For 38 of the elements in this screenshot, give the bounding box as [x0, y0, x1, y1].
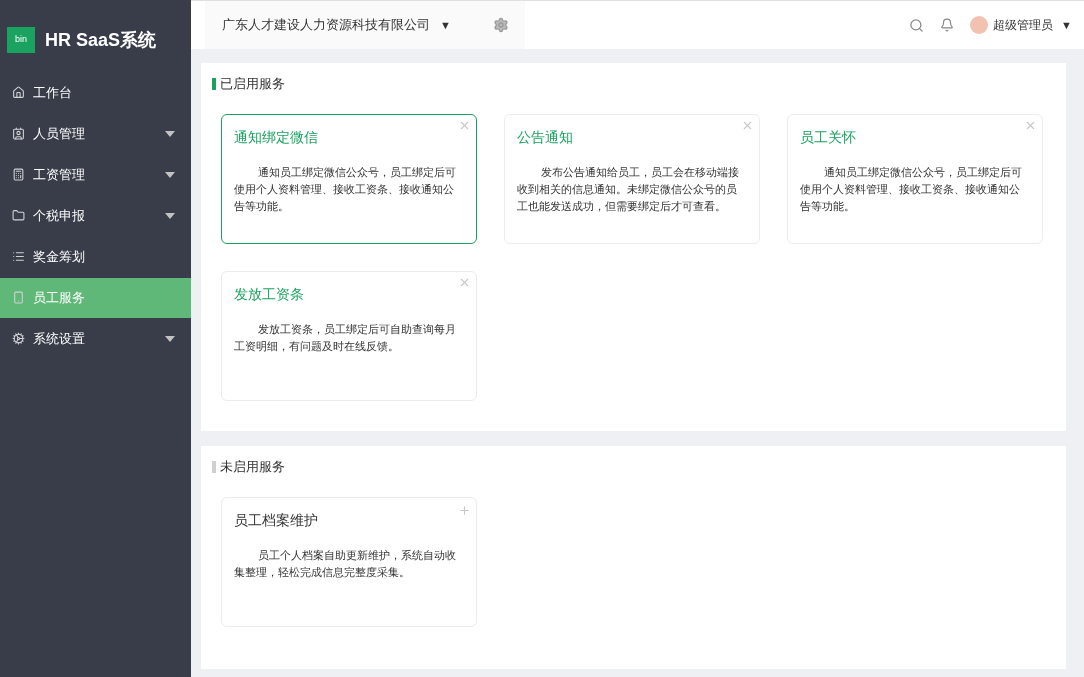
- sidebar-item[interactable]: 奖金筹划: [0, 236, 191, 277]
- bell-icon[interactable]: [940, 18, 955, 32]
- user-menu[interactable]: 超级管理员 ▼: [970, 16, 1072, 34]
- sidebar-item[interactable]: 系统设置: [0, 318, 191, 359]
- phone-icon: [12, 291, 25, 304]
- search-icon[interactable]: [909, 17, 925, 33]
- card-title: 公告通知: [517, 127, 574, 147]
- card-title: 通知绑定微信: [234, 127, 319, 147]
- sidebar-item[interactable]: 个税申报: [0, 195, 191, 236]
- avatar: [970, 16, 989, 34]
- logo-icon: bin: [7, 27, 35, 53]
- service-card[interactable]: 公告通知 发布公告通知给员工，员工会在移动端接收到相关的信息通知。未绑定微信公众号的员工也能发送成功，但需要绑定后才可查看。: [504, 113, 760, 244]
- card-description: 发放工资条，员工绑定后可自助查询每月工资明细，有问题及时在线反馈。: [234, 321, 458, 354]
- sidebar-item[interactable]: 工作台: [0, 72, 191, 113]
- section-title: 已启用服务: [220, 76, 285, 93]
- card-title: 发放工资条: [234, 284, 305, 304]
- card-title: 员工档案维护: [234, 510, 319, 530]
- settings-icon[interactable]: [493, 17, 509, 33]
- list-icon: [12, 250, 25, 263]
- card-description: 通知员工绑定微信公众号，员工绑定后可使用个人资料管理、接收工资条、接收通知公告等功能。: [234, 164, 458, 214]
- calculator-icon: [12, 168, 25, 181]
- folder-icon: [12, 209, 25, 222]
- service-card[interactable]: 员工关怀 通知员工绑定微信公众号，员工绑定后可使用个人资料管理、接收工资条、接收通知公告等功能。: [787, 113, 1043, 244]
- card-description: 通知员工绑定微信公众号，员工绑定后可使用个人资料管理、接收工资条、接收通知公告等功能。: [800, 164, 1024, 214]
- home-icon: [12, 86, 25, 99]
- service-card[interactable]: 通知绑定微信 通知员工绑定微信公众号，员工绑定后可使用个人资料管理、接收工资条、接收通知公告等功能。: [221, 113, 477, 244]
- id-card-icon: [12, 127, 25, 140]
- card-description: 员工个人档案自助更新维护，系统自动收集整理，轻松完成信息完整度采集。: [234, 547, 458, 580]
- card-description: 发布公告通知给员工，员工会在移动端接收到相关的信息通知。未绑定微信公众号的员工也能发送成功，但需要绑定后才可查看。: [517, 164, 741, 214]
- gears-icon: [12, 332, 25, 345]
- card-title: 员工关怀: [800, 127, 857, 147]
- section-title: 未启用服务: [220, 458, 285, 476]
- app-title: HR SaaS系统: [45, 28, 157, 52]
- service-card[interactable]: 发放工资条 发放工资条，员工绑定后可自助查询每月工资明细，有问题及时在线反馈。: [221, 270, 477, 401]
- sidebar-item[interactable]: 工资管理: [0, 154, 191, 195]
- add-icon[interactable]: [458, 503, 471, 517]
- service-card[interactable]: 员工档案维护 员工个人档案自助更新维护，系统自动收集整理，轻松完成信息完整度采集。: [221, 496, 477, 627]
- sidebar-item[interactable]: 人员管理: [0, 113, 191, 154]
